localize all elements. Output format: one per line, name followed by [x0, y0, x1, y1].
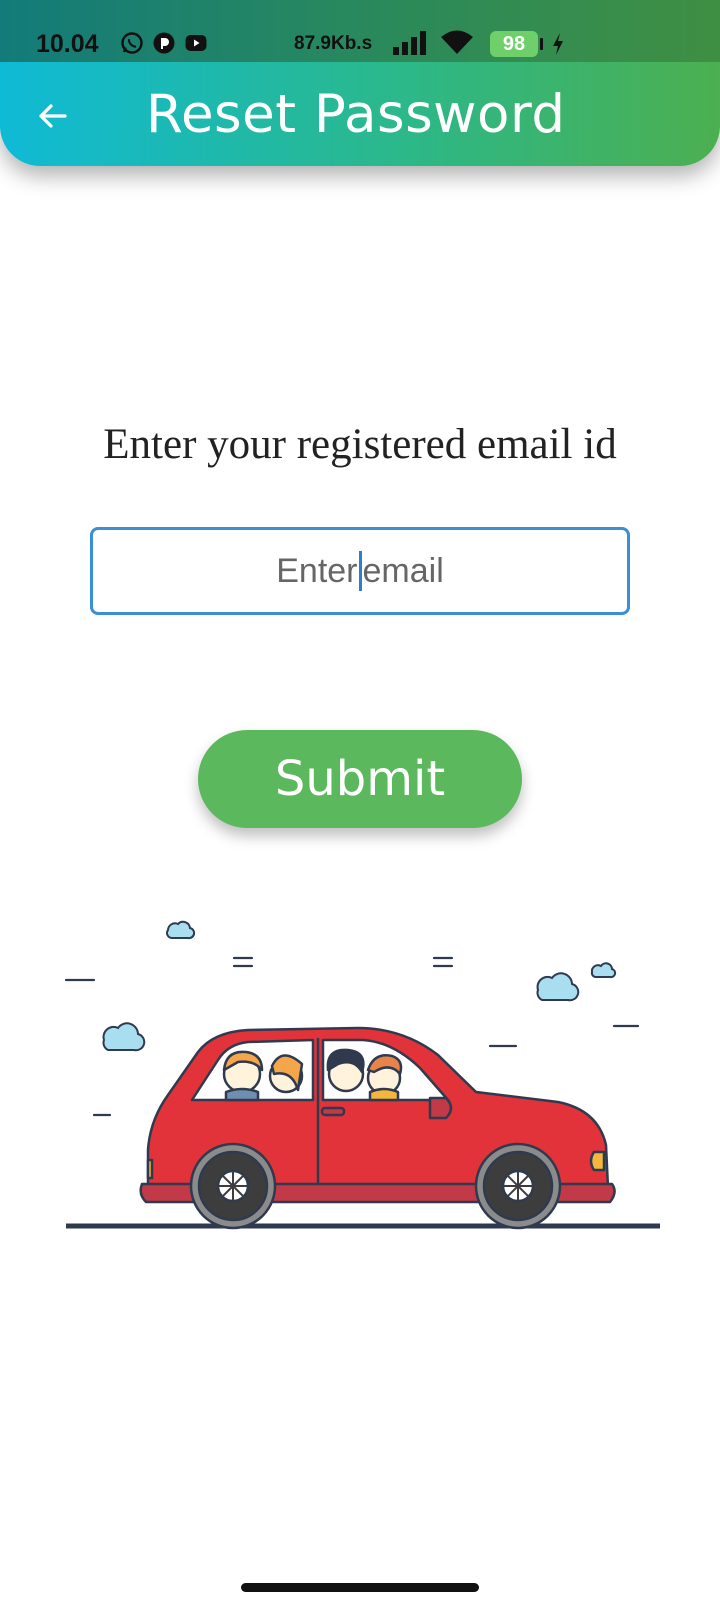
app-icon — [153, 32, 175, 54]
battery-level: 98 — [502, 33, 526, 55]
text-caret — [358, 551, 362, 591]
home-gesture-bar[interactable] — [241, 1583, 479, 1592]
page-title: Reset Password — [146, 84, 566, 145]
wifi-icon — [441, 30, 473, 54]
submit-button[interactable]: Submit — [198, 730, 522, 828]
signal-icon — [393, 31, 426, 55]
rear-wheel — [474, 1142, 562, 1230]
charging-bolt-icon — [553, 33, 563, 55]
email-placeholder: Enter email — [276, 551, 444, 591]
car-with-passengers-illustration — [64, 920, 660, 1230]
placeholder-text-after: email — [362, 551, 444, 590]
battery-icon: 98 — [490, 31, 538, 57]
email-prompt: Enter your registered email id — [103, 421, 617, 468]
placeholder-text-before: Enter — [276, 551, 358, 590]
back-button[interactable] — [30, 94, 74, 138]
back-arrow-icon — [39, 104, 67, 128]
status-time: 10.04 — [36, 30, 99, 58]
email-input[interactable]: Enter email — [90, 527, 630, 615]
status-bar: 10.04 87.9Kb.s 98 — [0, 0, 720, 62]
youtube-icon — [185, 35, 207, 51]
network-speed: 87.9Kb.s — [294, 33, 373, 54]
battery-cap — [540, 38, 543, 50]
front-wheel — [189, 1142, 277, 1230]
car — [139, 1026, 616, 1230]
notification-icons — [120, 31, 208, 55]
whatsapp-icon — [121, 32, 143, 54]
app-bar: 10.04 87.9Kb.s 98 Reset Password — [0, 0, 720, 166]
